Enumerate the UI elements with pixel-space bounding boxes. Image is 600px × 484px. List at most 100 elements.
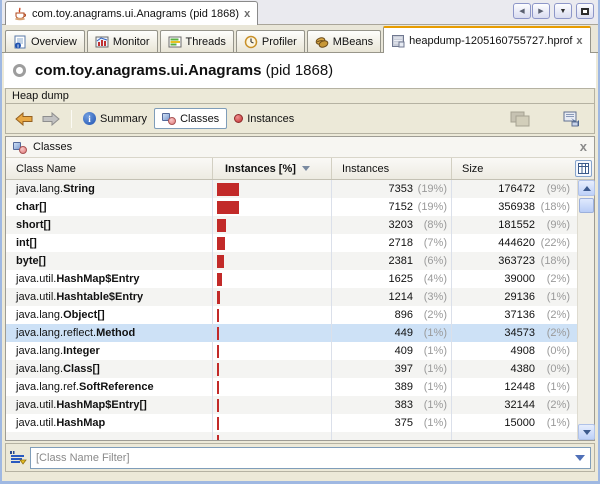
instances-percent-bar xyxy=(217,273,222,286)
column-header-instances[interactable]: Instances xyxy=(331,158,451,179)
instances-percent-bar xyxy=(217,345,219,358)
forward-arrow-icon[interactable] xyxy=(41,112,60,126)
class-name-cell: java.lang.Class[] xyxy=(6,360,212,378)
instances-percent-bar xyxy=(217,327,219,340)
instances-percent-bar xyxy=(217,237,225,250)
instances-button-label: Instances xyxy=(247,113,294,125)
tab-heapdump[interactable]: heapdump-1205160755727.hprof x xyxy=(383,26,590,53)
table-row[interactable]: java.util.Hashtable$Entry1214(3%)29136(1… xyxy=(6,288,577,306)
instances-percent-cell xyxy=(212,396,331,414)
arrow-down-icon xyxy=(583,430,591,435)
table-row[interactable]: java.lang.Object[]896(2%)37136(2%) xyxy=(6,306,577,324)
threads-icon xyxy=(168,35,182,49)
instances-percent-cell xyxy=(212,180,331,198)
heap-dump-window: com.toy.anagrams.ui.Anagrams (pid 1868) … xyxy=(0,0,600,484)
instances-percent-cell xyxy=(212,252,331,270)
instances-cell: 375(1%) xyxy=(331,414,451,432)
tab-mbeans[interactable]: MBeans xyxy=(307,30,381,52)
table-header-row: Class Name Instances [%] Instances Size xyxy=(6,158,594,180)
size-cell: 37136(2%) xyxy=(451,306,577,324)
overview-icon: i xyxy=(13,35,27,49)
table-row[interactable]: char[]7152(19%)356938(18%) xyxy=(6,198,577,216)
instances-cell: 389(1%) xyxy=(331,378,451,396)
overlapping-windows-icon[interactable] xyxy=(510,111,530,127)
size-cell: 176472(9%) xyxy=(451,180,577,198)
class-name-cell: java.lang.ref.SoftReference xyxy=(6,378,212,396)
close-panel-icon[interactable]: x xyxy=(580,142,587,152)
class-name-cell: java.lang.String xyxy=(6,180,212,198)
column-chooser-button[interactable] xyxy=(575,160,592,177)
instances-percent-bar xyxy=(217,363,219,376)
tab-profiler[interactable]: Profiler xyxy=(236,30,305,52)
class-name-cell: short[] xyxy=(6,216,212,234)
heap-toolbar: i Summary Classes Instances xyxy=(5,104,595,134)
classes-button[interactable]: Classes xyxy=(154,108,227,129)
instances-percent-bar xyxy=(217,417,219,430)
class-name-cell: char[] xyxy=(6,198,212,216)
class-name-cell: java.lang.reflect.Method xyxy=(6,324,212,342)
scroll-up-button[interactable] xyxy=(578,180,595,196)
class-name-cell: int[] xyxy=(6,234,212,252)
instances-cell: 409(1%) xyxy=(331,342,451,360)
tab-scroll-controls: ◀ ▶ ▼ xyxy=(513,3,594,19)
table-row[interactable]: java.util.HashMap$Entry1625(4%)39000(2%) xyxy=(6,270,577,288)
table-row[interactable]: java.util.HashMap$Entry[]383(1%)32144(2%… xyxy=(6,396,577,414)
close-icon[interactable]: x xyxy=(576,36,582,46)
tab-overview[interactable]: i Overview xyxy=(5,30,85,52)
class-name-cell: java.util.Hashtable$Entry xyxy=(6,288,212,306)
table-row[interactable]: short[]3203(8%)181552(9%) xyxy=(6,216,577,234)
close-icon[interactable]: x xyxy=(244,9,250,19)
instances-button[interactable]: Instances xyxy=(234,113,294,125)
column-header-class-name[interactable]: Class Name xyxy=(6,158,212,179)
table-row[interactable] xyxy=(6,432,577,440)
instance-dot-icon xyxy=(234,114,243,123)
size-cell: 12448(1%) xyxy=(451,378,577,396)
back-arrow-icon[interactable] xyxy=(15,112,34,126)
table-row[interactable]: int[]2718(7%)444620(22%) xyxy=(6,234,577,252)
scrollbar-thumb[interactable] xyxy=(579,198,594,213)
page-header: com.toy.anagrams.ui.Anagrams (pid 1868) xyxy=(4,53,596,88)
table-row[interactable]: java.lang.reflect.Method449(1%)34573(2%) xyxy=(6,324,577,342)
instances-cell: 896(2%) xyxy=(331,306,451,324)
table-row[interactable]: java.util.HashMap375(1%)15000(1%) xyxy=(6,414,577,432)
instances-percent-bar xyxy=(217,309,219,322)
instances-percent-bar xyxy=(217,183,239,196)
mbeans-icon xyxy=(315,35,329,49)
summary-button[interactable]: i Summary xyxy=(83,112,147,125)
size-cell: 32144(2%) xyxy=(451,396,577,414)
instances-cell: 397(1%) xyxy=(331,360,451,378)
application-tab[interactable]: com.toy.anagrams.ui.Anagrams (pid 1868) … xyxy=(5,1,258,25)
filter-dropdown-chevron-icon[interactable] xyxy=(575,455,585,461)
table-row[interactable]: java.lang.ref.SoftReference 389(1%)12448(… xyxy=(6,378,577,396)
table-row[interactable]: java.lang.Class[]397(1%)4380(0%) xyxy=(6,360,577,378)
instances-percent-cell xyxy=(212,234,331,252)
filter-placeholder: [Class Name Filter] xyxy=(36,452,575,464)
size-cell: 4908(0%) xyxy=(451,342,577,360)
tab-threads[interactable]: Threads xyxy=(160,30,234,52)
classes-panel-title: Classes xyxy=(33,141,72,153)
maximize-view-button[interactable] xyxy=(576,3,594,19)
scroll-tabs-left-button[interactable]: ◀ xyxy=(513,3,531,19)
page-title-pid: (pid 1868) xyxy=(261,62,333,79)
instances-percent-cell xyxy=(212,288,331,306)
tab-mbeans-label: MBeans xyxy=(333,36,373,48)
vertical-scrollbar[interactable] xyxy=(577,180,594,440)
class-name-filter-input[interactable]: [Class Name Filter] xyxy=(30,447,591,469)
table-row[interactable]: byte[]2381(6%)363723(18%) xyxy=(6,252,577,270)
size-cell: 29136(1%) xyxy=(451,288,577,306)
instances-percent-bar xyxy=(217,435,219,441)
column-header-instances-pct[interactable]: Instances [%] xyxy=(212,158,331,179)
tab-list-dropdown-button[interactable]: ▼ xyxy=(554,3,572,19)
scroll-tabs-right-button[interactable]: ▶ xyxy=(532,3,550,19)
size-cell: 444620(22%) xyxy=(451,234,577,252)
tab-monitor[interactable]: Monitor xyxy=(87,30,158,52)
size-cell: 181552(9%) xyxy=(451,216,577,234)
scroll-down-button[interactable] xyxy=(578,424,595,440)
table-row[interactable]: java.lang.Integer409(1%)4908(0%) xyxy=(6,342,577,360)
info-icon: i xyxy=(83,112,96,125)
sort-descending-icon xyxy=(302,166,310,171)
table-row[interactable]: java.lang.String7353(19%)176472(9%) xyxy=(6,180,577,198)
column-header-size[interactable]: Size xyxy=(451,158,594,179)
arrow-into-window-icon[interactable] xyxy=(563,110,581,127)
application-tab-label: com.toy.anagrams.ui.Anagrams (pid 1868) xyxy=(32,8,239,20)
